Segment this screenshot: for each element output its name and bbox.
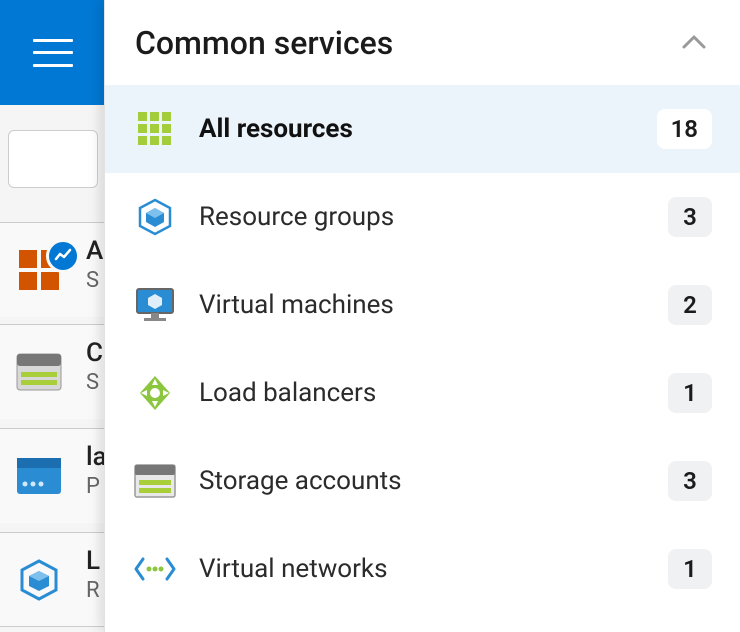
resource-group-tile-icon: [14, 555, 64, 605]
service-item-load-balancers[interactable]: Load balancers 1: [105, 349, 740, 437]
webapp-tile-icon: [14, 451, 64, 501]
count-badge: 3: [668, 461, 712, 501]
service-item-virtual-networks[interactable]: Virtual networks 1: [105, 525, 740, 613]
search-input[interactable]: [8, 130, 98, 188]
service-label: Virtual machines: [199, 290, 668, 320]
service-label: Resource groups: [199, 202, 668, 232]
virtual-machines-icon: [133, 283, 177, 327]
app-menu-header: [0, 0, 105, 105]
storage-accounts-icon: [133, 459, 177, 503]
bg-item-title: C: [86, 339, 103, 368]
count-badge: 3: [668, 197, 712, 237]
service-label: Storage accounts: [199, 466, 668, 496]
analytics-badge-icon: [46, 239, 80, 273]
resource-groups-icon: [133, 195, 177, 239]
service-label: All resources: [199, 114, 657, 144]
service-item-virtual-machines[interactable]: Virtual machines 2: [105, 261, 740, 349]
hamburger-menu-icon[interactable]: [33, 39, 73, 67]
bg-item-subtitle: R: [86, 578, 100, 603]
panel-header: Common services: [105, 0, 740, 85]
virtual-networks-icon: [133, 547, 177, 591]
bg-item-title: L: [86, 547, 100, 576]
count-badge: 2: [668, 285, 712, 325]
bg-item-subtitle: S: [86, 370, 103, 395]
background-list-item[interactable]: L R: [0, 532, 105, 627]
common-services-panel: Common services Al: [104, 0, 740, 632]
background-list-item[interactable]: A S: [0, 222, 105, 317]
service-label: Load balancers: [199, 378, 668, 408]
service-item-storage-accounts[interactable]: Storage accounts 3: [105, 437, 740, 525]
bg-item-subtitle: S: [86, 268, 103, 293]
service-item-resource-groups[interactable]: Resource groups 3: [105, 173, 740, 261]
background-list-item[interactable]: la P: [0, 428, 105, 523]
background-list-item[interactable]: C S: [0, 324, 105, 419]
panel-title: Common services: [135, 24, 393, 62]
count-badge: 1: [668, 549, 712, 589]
load-balancers-icon: [133, 371, 177, 415]
all-resources-tile-icon: [14, 245, 64, 295]
collapse-chevron-icon[interactable]: [678, 27, 710, 59]
count-badge: 1: [668, 373, 712, 413]
storage-account-tile-icon: [14, 347, 64, 397]
service-list: All resources 18 Resource groups 3: [105, 85, 740, 613]
service-item-all-resources[interactable]: All resources 18: [105, 85, 740, 173]
service-label: Virtual networks: [199, 554, 668, 584]
bg-item-title: A: [86, 237, 103, 266]
count-badge: 18: [657, 109, 712, 149]
all-resources-icon: [133, 107, 177, 151]
